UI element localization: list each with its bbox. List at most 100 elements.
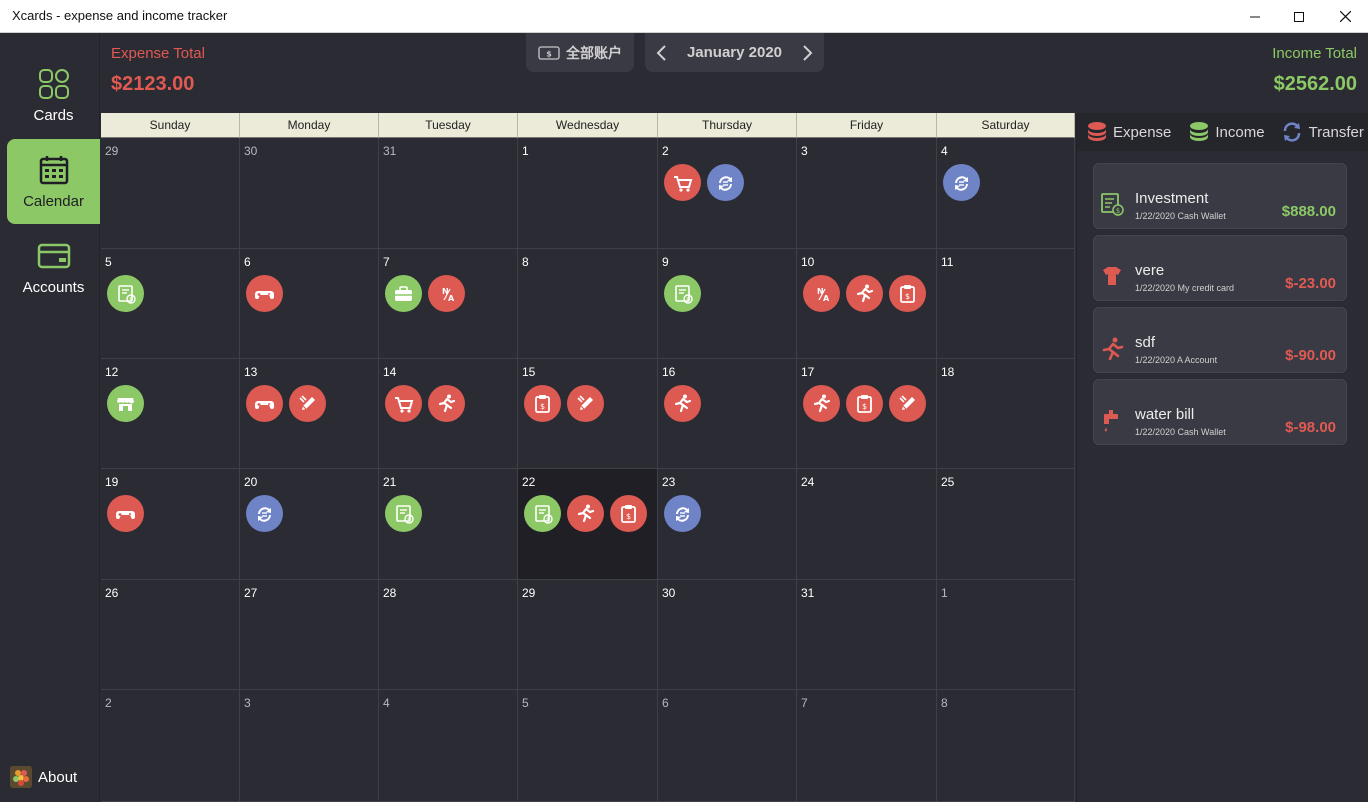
transaction-card[interactable]: vere 1/22/2020 My credit card $-23.00 [1093,235,1347,301]
calendar-day-cell[interactable]: 19 [101,469,240,580]
calendar-day-cell[interactable]: 4 [379,690,518,802]
calendar-day-cell[interactable]: 29 [101,138,240,249]
day-number: 9 [662,255,669,269]
transfer-icon[interactable] [664,495,701,532]
calendar-day-cell[interactable]: 21 $ [379,469,518,580]
calendar-day-cell[interactable]: 4 [937,138,1075,249]
bill-icon[interactable]: $ [524,495,561,532]
transfer-icon[interactable] [943,164,980,201]
calendar-day-cell[interactable]: 14 [379,359,518,469]
calendar-day-cell[interactable]: 8 [937,690,1075,802]
maximize-button[interactable] [1276,0,1322,33]
pencil-icon[interactable] [567,385,604,422]
prev-month-button[interactable] [655,44,667,62]
calendar-day-cell[interactable]: 10 N A $ [797,249,937,359]
running-icon[interactable] [846,275,883,312]
account-selector-button[interactable]: $ 全部账户 [526,33,634,72]
running-icon[interactable] [567,495,604,532]
calendar-day-cell[interactable]: 6 [240,249,379,359]
day-number: 17 [801,365,815,379]
sidebar-item-calendar[interactable]: Calendar [7,139,100,224]
transaction-card[interactable]: water bill 1/22/2020 Cash Wallet $-98.00 [1093,379,1347,445]
transfer-icon [1283,122,1300,142]
calendar-day-cell[interactable]: 2 [658,138,797,249]
next-month-button[interactable] [802,44,814,62]
calendar-day-cell[interactable]: 26 [101,580,240,690]
not-applicable-icon[interactable]: NA [803,275,840,312]
bill-icon[interactable]: $ [664,275,701,312]
calendar-day-cell[interactable]: 18 [937,359,1075,469]
running-icon[interactable] [428,385,465,422]
calendar-day-cell[interactable]: 31 [379,138,518,249]
clipboard-icon[interactable]: $ [846,385,883,422]
coin-stack-icon [1088,122,1106,141]
calendar-day-cell[interactable]: 20 [240,469,379,580]
calendar-day-cell[interactable]: 13 [240,359,379,469]
bill-icon[interactable]: $ [107,275,144,312]
day-number: 1 [522,144,529,158]
transaction-card[interactable]: sdf 1/22/2020 A Account $-90.00 [1093,307,1347,373]
svg-text:$: $ [1116,207,1120,215]
tab-income[interactable]: Income [1189,121,1265,143]
not-applicable-icon[interactable]: NA [428,275,465,312]
pencil-icon[interactable] [889,385,926,422]
calendar-day-cell[interactable]: 15 $ [518,359,658,469]
minimize-button[interactable] [1232,0,1278,33]
calendar-day-cell[interactable]: 22 $ $ [518,469,658,580]
calendar-day-cell[interactable]: 8 [518,249,658,359]
pencil-icon[interactable] [289,385,326,422]
calendar-day-cell[interactable]: 30 [658,580,797,690]
calendar-day-cell[interactable]: 3 [240,690,379,802]
cart-icon[interactable] [664,164,701,201]
sidebar: Cards Calendar Accounts About [0,33,100,802]
about-button[interactable]: About [10,766,77,788]
clipboard-icon[interactable]: $ [524,385,561,422]
calendar-day-cell[interactable]: 27 [240,580,379,690]
calendar-day-cell[interactable]: 31 [797,580,937,690]
gamepad-icon[interactable] [246,275,283,312]
calendar-day-cell[interactable]: 3 [797,138,937,249]
calendar-day-cell[interactable]: 7 NA [379,249,518,359]
transaction-card[interactable]: $ Investment 1/22/2020 Cash Wallet $888.00 [1093,163,1347,229]
calendar-day-cell[interactable]: 16 [658,359,797,469]
store-icon[interactable] [107,385,144,422]
month-navigator: January 2020 [645,33,824,72]
calendar-day-cell[interactable]: 12 [101,359,240,469]
app-window: Xcards - expense and income tracker Card… [0,0,1368,802]
calendar-day-cell[interactable]: 11 [937,249,1075,359]
calendar-day-cell[interactable]: 5 $ [101,249,240,359]
day-number: 19 [105,475,119,489]
calendar-day-cell[interactable]: 17 $ [797,359,937,469]
running-icon[interactable] [664,385,701,422]
transfer-icon[interactable] [246,495,283,532]
bill-icon[interactable]: $ [385,495,422,532]
clipboard-icon[interactable]: $ [889,275,926,312]
sidebar-item-cards[interactable]: Cards [7,53,100,138]
close-button[interactable] [1322,0,1368,33]
calendar-day-cell[interactable]: 29 [518,580,658,690]
tab-expense[interactable]: Expense [1087,121,1171,143]
clipboard-icon[interactable]: $ [610,495,647,532]
running-icon[interactable] [803,385,840,422]
gamepad-icon[interactable] [107,495,144,532]
calendar-day-cell[interactable]: 25 [937,469,1075,580]
calendar-day-cell[interactable]: 28 [379,580,518,690]
calendar-day-cell[interactable]: 1 [937,580,1075,690]
calendar-day-cell[interactable]: 1 [518,138,658,249]
calendar-day-cell[interactable]: 30 [240,138,379,249]
gamepad-icon[interactable] [246,385,283,422]
calendar-day-cell[interactable]: 7 [797,690,937,802]
calendar-day-cell[interactable]: 24 [797,469,937,580]
calendar-day-cell[interactable]: 5 [518,690,658,802]
day-number: 20 [244,475,258,489]
calendar-day-cell[interactable]: 9 $ [658,249,797,359]
calendar-day-cell[interactable]: 23 [658,469,797,580]
calendar-day-cell[interactable]: 2 [101,690,240,802]
transfer-icon[interactable] [707,164,744,201]
sidebar-item-accounts[interactable]: Accounts [7,225,100,310]
day-number: 4 [941,144,948,158]
cart-icon[interactable] [385,385,422,422]
tab-transfer[interactable]: Transfer [1281,121,1364,143]
briefcase-icon[interactable] [385,275,422,312]
calendar-day-cell[interactable]: 6 [658,690,797,802]
